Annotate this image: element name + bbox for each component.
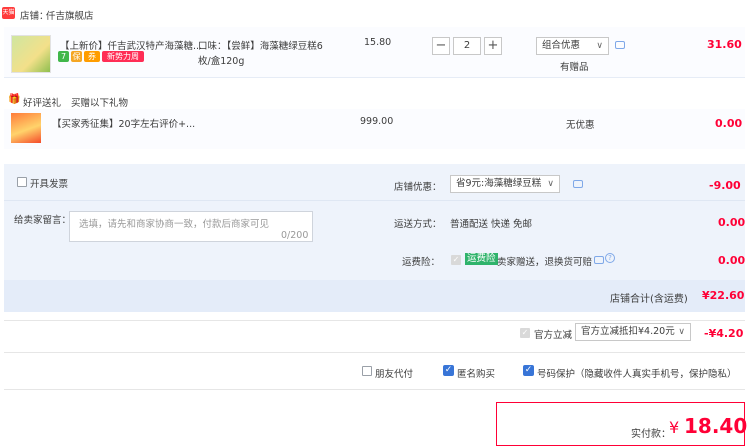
shop-total-amount: ¥22.60 [702,289,745,302]
help-icon[interactable]: ? [605,253,615,263]
shipping-value: 普通配送 快递 免邮 [450,219,533,230]
divider [4,320,745,321]
quantity-plus-button[interactable]: + [484,37,502,55]
promo-badge: 新势力周 [102,51,144,62]
tmall-logo: 天猫 [2,7,15,19]
shop-name[interactable]: 仟吉旗舰店 [46,8,94,22]
quantity-input[interactable]: 2 [453,37,481,55]
gift-header-sub: 买赠以下礼物 [71,98,129,109]
message-counter: 0/200 [281,230,309,241]
sku-info-line1: 口味：【尝鲜】海藻糖绿豆糕6 [198,41,323,52]
sku-info-line2: 枚/盒120g [198,56,245,67]
chat-icon[interactable] [615,41,625,49]
anonymous-checkbox[interactable]: ✓ [443,365,454,376]
shipping-amount: 0.00 [718,216,746,229]
friend-pay-label: 朋友代付 [375,369,414,380]
friend-pay-checkbox[interactable] [362,366,372,376]
shop-coupon-select-value: 省9元:海藻糖绿豆糕 [456,178,542,189]
number-protect-label: 号码保护（隐藏收件人真实手机号，保护隐私） [537,369,737,380]
item-subtotal: 31.60 [707,38,742,51]
shop-coupon-select[interactable]: 省9元:海藻糖绿豆糕 ∨ [450,175,560,193]
instant-discount-label: 官方立减 [534,330,573,341]
invoice-checkbox[interactable] [17,177,27,187]
unit-price: 15.80 [364,37,392,48]
insurance-checkbox[interactable]: ✓ [451,255,461,265]
divider [4,352,745,353]
shop-total-label: 店铺合计(含运费) [610,294,688,305]
shop-coupon-amount: -9.00 [709,179,741,192]
chevron-down-icon: ∨ [596,41,603,51]
product-title[interactable]: 【上新价】仟吉武汉特产海藻糖... [60,38,202,52]
shop-coupon-label: 店铺优惠： [394,182,442,193]
chevron-down-icon: ∨ [678,327,685,337]
instant-discount-amount: -¥4.20 [704,327,744,340]
divider [4,200,745,201]
anonymous-label: 匿名购买 [457,369,496,380]
guarantee-icon: 保 [71,51,82,62]
gift-subtotal: 0.00 [715,117,743,130]
product-badges: 7 保 券 新势力周 [58,51,144,62]
instant-discount-checkbox[interactable]: ✓ [520,328,530,338]
gift-price: 999.00 [360,116,394,127]
gift-discount: 无优惠 [566,120,595,131]
gift-title[interactable]: 【买家秀征集】20字左右评价+... [52,116,195,130]
seven-day-return-icon: 7 [58,51,69,62]
gift-thumbnail[interactable] [11,113,41,143]
discount-select[interactable]: 组合优惠 ∨ [536,37,609,55]
pay-currency: ¥ [669,418,680,437]
pay-label: 实付款： [631,429,671,440]
chat-icon[interactable] [594,256,604,264]
pay-amount: 18.40 [684,414,748,438]
discount-select-value: 组合优惠 [542,40,581,51]
product-thumbnail[interactable] [11,35,51,73]
number-protect-checkbox[interactable]: ✓ [523,365,534,376]
invoice-label: 开具发票 [30,179,69,190]
gift-icon: 🎁 [8,94,21,105]
insurance-value: 卖家赠送，退换货可赔 [497,257,593,268]
quantity-minus-button[interactable]: − [432,37,450,55]
insurance-badge: 运费险 [465,253,498,265]
shop-label: 店铺： [20,11,49,22]
instant-discount-select-value: 官方立减抵扣¥4.20元 [581,326,675,337]
insurance-label: 运费险： [402,257,441,268]
gift-note: 有赠品 [560,62,589,73]
shipping-label: 运送方式： [394,219,442,230]
gift-header-label: 好评送礼 [23,98,62,109]
divider [4,389,745,390]
coupon-icon: 券 [84,51,100,62]
message-label: 给卖家留言： [14,215,72,226]
message-placeholder: 选填，请先和商家协商一致，付款后商家可见 [79,219,270,230]
insurance-amount: 0.00 [718,254,746,267]
chat-icon[interactable] [573,180,583,188]
chevron-down-icon: ∨ [547,179,554,189]
instant-discount-select[interactable]: 官方立减抵扣¥4.20元 ∨ [575,323,691,341]
quantity-stepper: − 2 + [432,37,502,55]
